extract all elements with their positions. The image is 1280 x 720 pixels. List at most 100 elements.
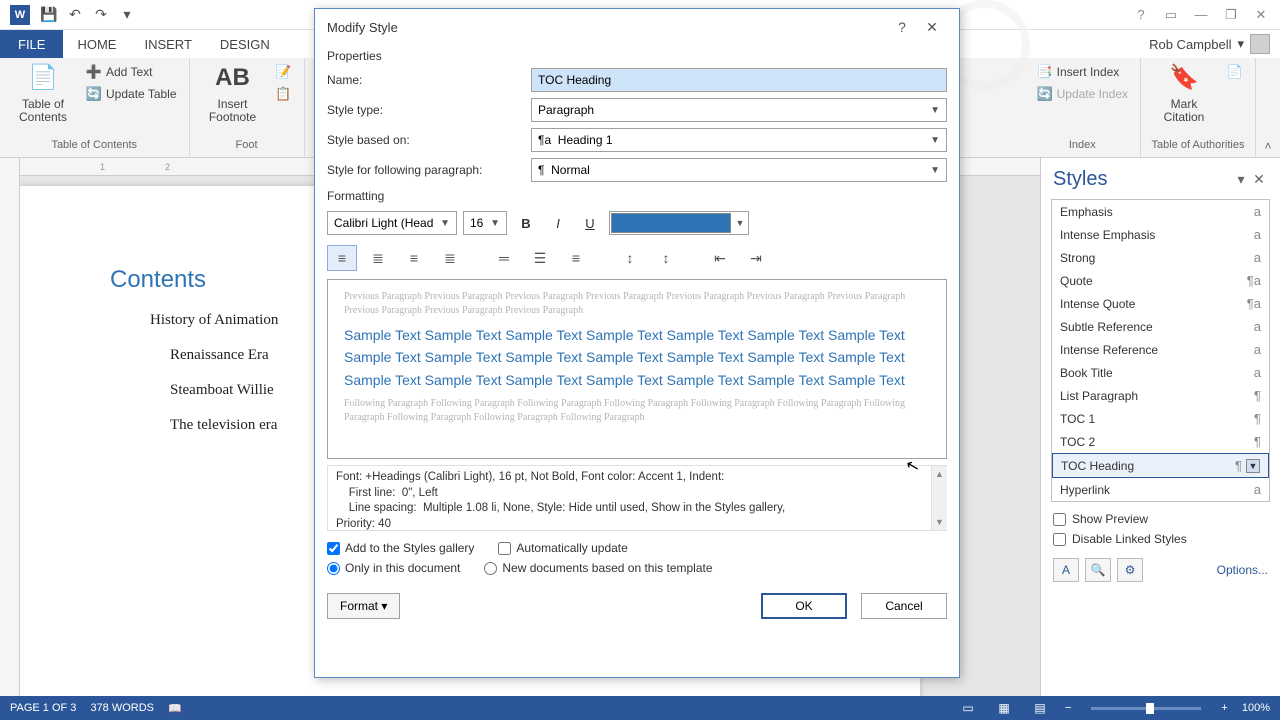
following-label: Style for following paragraph: (327, 163, 523, 177)
dialog-help-icon[interactable]: ? (887, 19, 917, 35)
based-on-select[interactable]: ¶a Heading 1▼ (531, 128, 947, 152)
zoom-slider[interactable] (1091, 707, 1201, 710)
auto-update-checkbox[interactable]: Automatically update (498, 541, 627, 555)
align-center-button[interactable]: ≣ (363, 245, 393, 271)
show-preview-checkbox[interactable]: Show Preview (1053, 512, 1268, 526)
align-left-button[interactable]: ≡ (327, 245, 357, 271)
user-account[interactable]: Rob Campbell ▾ (1139, 30, 1280, 58)
ok-button[interactable]: OK (761, 593, 847, 619)
scroll-down-icon: ▼ (935, 516, 944, 528)
footnote-small-1[interactable]: 📝 (272, 62, 296, 82)
tab-insert[interactable]: INSERT (130, 30, 205, 58)
status-bar: PAGE 1 OF 3 378 WORDS 📖 ▭ ▦ ▤ − + 100% (0, 696, 1280, 720)
proofing-icon[interactable]: 📖 (168, 702, 182, 715)
help-icon[interactable]: ? (1126, 3, 1156, 27)
insert-footnote-button[interactable]: AB Insert Footnote (198, 62, 268, 124)
web-layout-icon[interactable]: ▤ (1029, 699, 1051, 717)
group-toc: 📄 Table of Contents ➕Add Text 🔄Update Ta… (0, 58, 190, 157)
space-before-button[interactable]: ↕ (615, 245, 645, 271)
update-table-button[interactable]: 🔄Update Table (82, 84, 181, 104)
font-color-select[interactable]: ▼ (609, 211, 749, 235)
style-glyph-icon: a (1254, 365, 1261, 380)
underline-button[interactable]: U (577, 211, 603, 235)
style-item[interactable]: Stronga (1052, 246, 1269, 269)
pane-close-icon[interactable]: ✕ (1250, 171, 1268, 188)
size-select[interactable]: 16▼ (463, 211, 507, 235)
toc-icon: 📄 (27, 62, 59, 94)
word-count[interactable]: 378 WORDS (90, 702, 154, 714)
restore-icon[interactable]: ❐ (1216, 3, 1246, 27)
align-right-button[interactable]: ≡ (399, 245, 429, 271)
citation-small[interactable]: 📄 (1223, 62, 1247, 82)
new-docs-radio[interactable]: New documents based on this template (484, 561, 712, 575)
font-select[interactable]: Calibri Light (Head▼ (327, 211, 457, 235)
bold-button[interactable]: B (513, 211, 539, 235)
only-this-doc-radio[interactable]: Only in this document (327, 561, 460, 575)
style-item[interactable]: Emphasisa (1052, 200, 1269, 223)
redo-icon[interactable]: ↷ (88, 2, 114, 28)
following-select[interactable]: ¶ Normal▼ (531, 158, 947, 182)
new-style-icon[interactable]: A (1053, 558, 1079, 582)
style-item[interactable]: Hyperlinka (1052, 478, 1269, 501)
style-name-input[interactable] (531, 68, 947, 92)
chevron-down-icon[interactable]: ▼ (1246, 459, 1260, 473)
justify-button[interactable]: ≣ (435, 245, 465, 271)
manage-styles-icon[interactable]: ⚙ (1117, 558, 1143, 582)
update-index-button[interactable]: 🔄Update Index (1033, 84, 1132, 104)
close-icon[interactable]: ✕ (1246, 3, 1276, 27)
format-button[interactable]: Format ▾ (327, 593, 400, 619)
style-description: Font: +Headings (Calibri Light), 16 pt, … (327, 465, 947, 531)
pane-options-icon[interactable]: ▾ (1232, 171, 1250, 188)
style-glyph-icon: ¶a (1247, 296, 1261, 311)
style-item[interactable]: Subtle Referencea (1052, 315, 1269, 338)
increase-indent-button[interactable]: ⇥ (741, 245, 771, 271)
zoom-in-icon[interactable]: + (1221, 702, 1227, 714)
style-glyph-icon: ¶a (1247, 273, 1261, 288)
zoom-level[interactable]: 100% (1242, 702, 1270, 714)
disable-linked-checkbox[interactable]: Disable Linked Styles (1053, 532, 1268, 546)
styles-options-link[interactable]: Options... (1217, 563, 1268, 577)
ribbon-options-icon[interactable]: ▭ (1156, 3, 1186, 27)
footnote-small-2[interactable]: 📋 (272, 84, 296, 104)
style-item[interactable]: TOC 2¶ (1052, 430, 1269, 453)
single-space-button[interactable]: ═ (489, 245, 519, 271)
double-space-button[interactable]: ≡ (561, 245, 591, 271)
add-to-gallery-checkbox[interactable]: Add to the Styles gallery (327, 541, 474, 555)
save-icon[interactable]: 💾 (36, 2, 62, 28)
space-after-button[interactable]: ↕ (651, 245, 681, 271)
style-item[interactable]: Intense Referencea (1052, 338, 1269, 361)
mark-citation-button[interactable]: 🔖 Mark Citation (1149, 62, 1219, 124)
zoom-out-icon[interactable]: − (1065, 702, 1071, 714)
print-layout-icon[interactable]: ▦ (993, 699, 1015, 717)
cancel-button[interactable]: Cancel (861, 593, 947, 619)
tab-file[interactable]: FILE (0, 30, 63, 58)
insert-index-button[interactable]: 📑Insert Index (1033, 62, 1132, 82)
onehalf-space-button[interactable]: ☰ (525, 245, 555, 271)
style-item[interactable]: List Paragraph¶ (1052, 384, 1269, 407)
style-inspector-icon[interactable]: 🔍 (1085, 558, 1111, 582)
tab-design[interactable]: DESIGN (206, 30, 284, 58)
color-swatch-icon (611, 213, 731, 233)
collapse-ribbon-icon[interactable]: ˄ (1256, 58, 1280, 157)
style-item[interactable]: Book Titlea (1052, 361, 1269, 384)
dialog-close-icon[interactable]: ✕ (917, 19, 947, 36)
add-text-button[interactable]: ➕Add Text (82, 62, 181, 82)
undo-icon[interactable]: ↶ (62, 2, 88, 28)
style-item[interactable]: TOC Heading¶▼ (1052, 453, 1269, 478)
style-glyph-icon: a (1254, 319, 1261, 334)
style-item[interactable]: Intense Emphasisa (1052, 223, 1269, 246)
table-of-contents-button[interactable]: 📄 Table of Contents (8, 62, 78, 124)
qat-more-icon[interactable]: ▾ (114, 2, 140, 28)
decrease-indent-button[interactable]: ⇤ (705, 245, 735, 271)
style-glyph-icon: ¶ (1235, 458, 1242, 473)
page-status[interactable]: PAGE 1 OF 3 (10, 702, 76, 714)
style-type-select[interactable]: Paragraph▼ (531, 98, 947, 122)
minimize-icon[interactable]: — (1186, 3, 1216, 27)
italic-button[interactable]: I (545, 211, 571, 235)
read-mode-icon[interactable]: ▭ (957, 699, 979, 717)
style-item[interactable]: Intense Quote¶a (1052, 292, 1269, 315)
style-item[interactable]: TOC 1¶ (1052, 407, 1269, 430)
tab-home[interactable]: HOME (63, 30, 130, 58)
style-item[interactable]: Quote¶a (1052, 269, 1269, 292)
scrollbar[interactable]: ▲▼ (931, 466, 947, 530)
